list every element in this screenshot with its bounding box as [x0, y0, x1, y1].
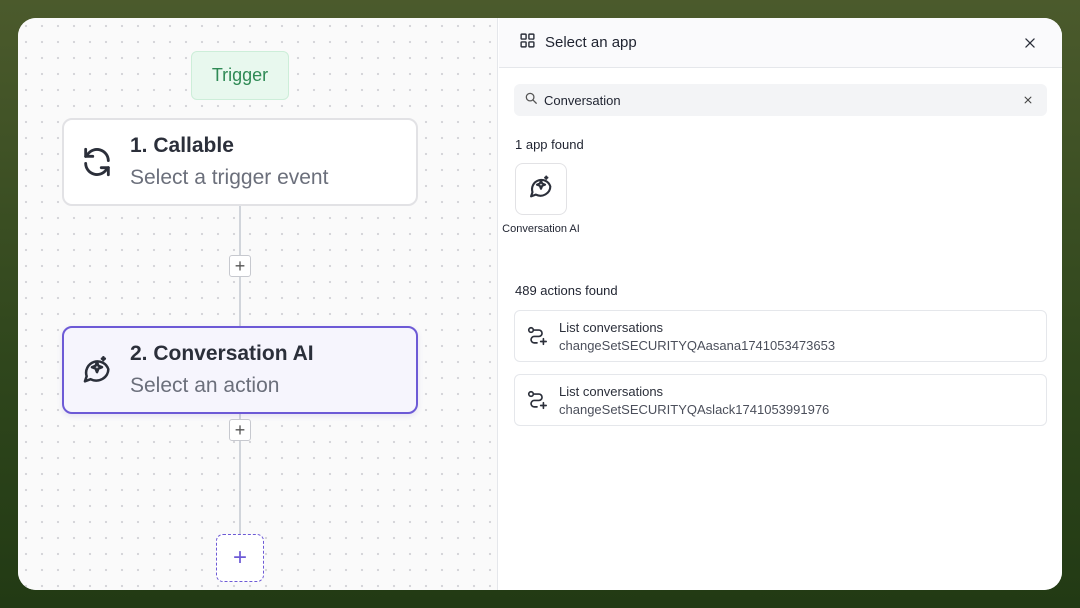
- sparkle-chat-icon: [527, 173, 555, 206]
- route-plus-icon: [515, 389, 559, 411]
- add-step-button[interactable]: +: [229, 255, 251, 277]
- close-icon[interactable]: [1018, 31, 1042, 55]
- action-subtitle: changeSetSECURITYQAasana1741053473653: [559, 337, 836, 353]
- app-window: Trigger 1. Callable Select a trigger eve…: [18, 18, 1062, 590]
- grid-icon: [519, 32, 536, 54]
- step-title: 1. Callable: [130, 134, 234, 157]
- action-item[interactable]: List conversations changeSetSECURITYQAas…: [514, 310, 1047, 362]
- add-step-button[interactable]: +: [229, 419, 251, 441]
- panel-title: Select an app: [545, 34, 637, 51]
- sparkle-chat-icon: [64, 328, 130, 412]
- action-item[interactable]: List conversations changeSetSECURITYQAsl…: [514, 374, 1047, 426]
- apps-found-label: 1 app found: [515, 137, 584, 152]
- clear-search-icon[interactable]: [1019, 91, 1037, 109]
- search-bar: [514, 84, 1047, 116]
- actions-found-label: 489 actions found: [515, 283, 618, 298]
- refresh-icon: [64, 120, 130, 204]
- step-card-conversation-ai[interactable]: 2. Conversation AI Select an action: [62, 326, 418, 414]
- select-app-panel: Select an app 1 app found: [499, 18, 1062, 590]
- step-title: 2. Conversation AI: [130, 342, 314, 365]
- step-subtitle: Select an action: [130, 374, 280, 397]
- step-card-callable[interactable]: 1. Callable Select a trigger event: [62, 118, 418, 206]
- trigger-badge: Trigger: [191, 51, 289, 100]
- route-plus-icon: [515, 325, 559, 347]
- workflow-canvas[interactable]: Trigger 1. Callable Select a trigger eve…: [18, 18, 498, 590]
- action-title: List conversations: [559, 383, 664, 399]
- app-name[interactable]: Conversation AI: [501, 222, 581, 236]
- panel-header: Select an app: [499, 18, 1062, 68]
- app-tile-conversation-ai[interactable]: [515, 163, 567, 215]
- step-subtitle: Select a trigger event: [130, 166, 329, 189]
- search-icon: [524, 91, 538, 110]
- action-title: List conversations: [559, 319, 664, 335]
- search-input[interactable]: [544, 92, 1019, 108]
- add-final-step-button[interactable]: +: [216, 534, 264, 582]
- action-subtitle: changeSetSECURITYQAslack1741053991976: [559, 401, 830, 417]
